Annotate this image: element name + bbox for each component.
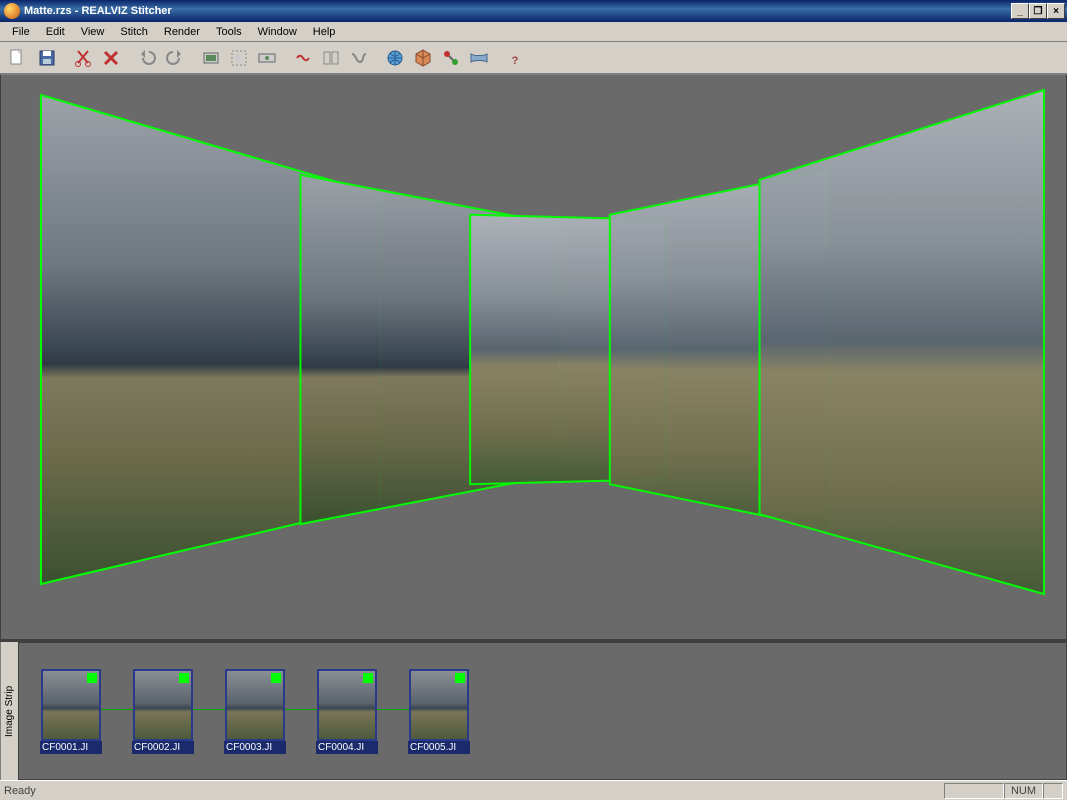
- warp-icon[interactable]: [346, 45, 372, 71]
- thumbnail-label: CF0001.JI: [40, 741, 102, 754]
- render-preview-icon[interactable]: [254, 45, 280, 71]
- thumbnail[interactable]: CF0001.JI: [39, 669, 103, 754]
- minimize-button[interactable]: _: [1011, 3, 1029, 19]
- stitched-frame-5[interactable]: [760, 90, 1044, 594]
- thumbnail[interactable]: CF0004.JI: [315, 669, 379, 754]
- status-text: Ready: [4, 785, 36, 797]
- window-buttons: _ ❐ ×: [1011, 3, 1065, 19]
- help-icon[interactable]: ?: [502, 45, 528, 71]
- cut-icon[interactable]: [70, 45, 96, 71]
- menu-file[interactable]: File: [4, 24, 38, 40]
- thumbnail-image[interactable]: [409, 669, 469, 741]
- window-title: Matte.rzs - REALVIZ Stitcher: [24, 5, 1011, 17]
- status-cell-grip: [1043, 783, 1063, 799]
- thumbnail-label: CF0003.JI: [224, 741, 286, 754]
- image-strip-label: Image Strip: [0, 642, 18, 780]
- toolbar: ?: [0, 42, 1067, 74]
- thumbnail-label: CF0005.JI: [408, 741, 470, 754]
- delete-icon[interactable]: [98, 45, 124, 71]
- link-icon[interactable]: [438, 45, 464, 71]
- thumbnail-image[interactable]: [133, 669, 193, 741]
- menu-stitch[interactable]: Stitch: [112, 24, 156, 40]
- status-cell-num: NUM: [1004, 783, 1043, 799]
- status-cell-empty: [944, 783, 1004, 799]
- title-bar: Matte.rzs - REALVIZ Stitcher _ ❐ ×: [0, 0, 1067, 22]
- thumbnail-label: CF0002.JI: [132, 741, 194, 754]
- menu-edit[interactable]: Edit: [38, 24, 73, 40]
- render-region-icon[interactable]: [226, 45, 252, 71]
- globe-icon[interactable]: [382, 45, 408, 71]
- thumbnail[interactable]: CF0002.JI: [131, 669, 195, 754]
- close-button[interactable]: ×: [1047, 3, 1065, 19]
- menu-view[interactable]: View: [73, 24, 113, 40]
- save-file-icon[interactable]: [34, 45, 60, 71]
- image-strip[interactable]: CF0001.JI CF0002.JI CF0003.JI CF0004.JI …: [18, 642, 1067, 780]
- thumbnail[interactable]: CF0003.JI: [223, 669, 287, 754]
- maximize-button[interactable]: ❐: [1029, 3, 1047, 19]
- render-icon[interactable]: [198, 45, 224, 71]
- menu-bar: File Edit View Stitch Render Tools Windo…: [0, 22, 1067, 42]
- thumbnail-image[interactable]: [317, 669, 377, 741]
- thumbnail-image[interactable]: [41, 669, 101, 741]
- app-icon: [4, 3, 20, 19]
- panorama-icon[interactable]: [466, 45, 492, 71]
- align-icon[interactable]: [318, 45, 344, 71]
- menu-window[interactable]: Window: [250, 24, 305, 40]
- menu-tools[interactable]: Tools: [208, 24, 250, 40]
- cube-icon[interactable]: [410, 45, 436, 71]
- thumbnail-label: CF0004.JI: [316, 741, 378, 754]
- stitch-icon[interactable]: [290, 45, 316, 71]
- menu-render[interactable]: Render: [156, 24, 208, 40]
- thumbnail[interactable]: CF0005.JI: [407, 669, 471, 754]
- stitch-viewport[interactable]: [0, 74, 1067, 640]
- redo-icon[interactable]: [162, 45, 188, 71]
- image-strip-panel: Image Strip CF0001.JI CF0002.JI CF0003.J…: [0, 640, 1067, 780]
- status-bar: Ready NUM: [0, 780, 1067, 800]
- thumbnail-image[interactable]: [225, 669, 285, 741]
- undo-icon[interactable]: [134, 45, 160, 71]
- svg-text:?: ?: [512, 55, 519, 67]
- panorama-canvas: [1, 75, 1066, 618]
- new-file-icon[interactable]: [4, 45, 30, 71]
- menu-help[interactable]: Help: [305, 24, 344, 40]
